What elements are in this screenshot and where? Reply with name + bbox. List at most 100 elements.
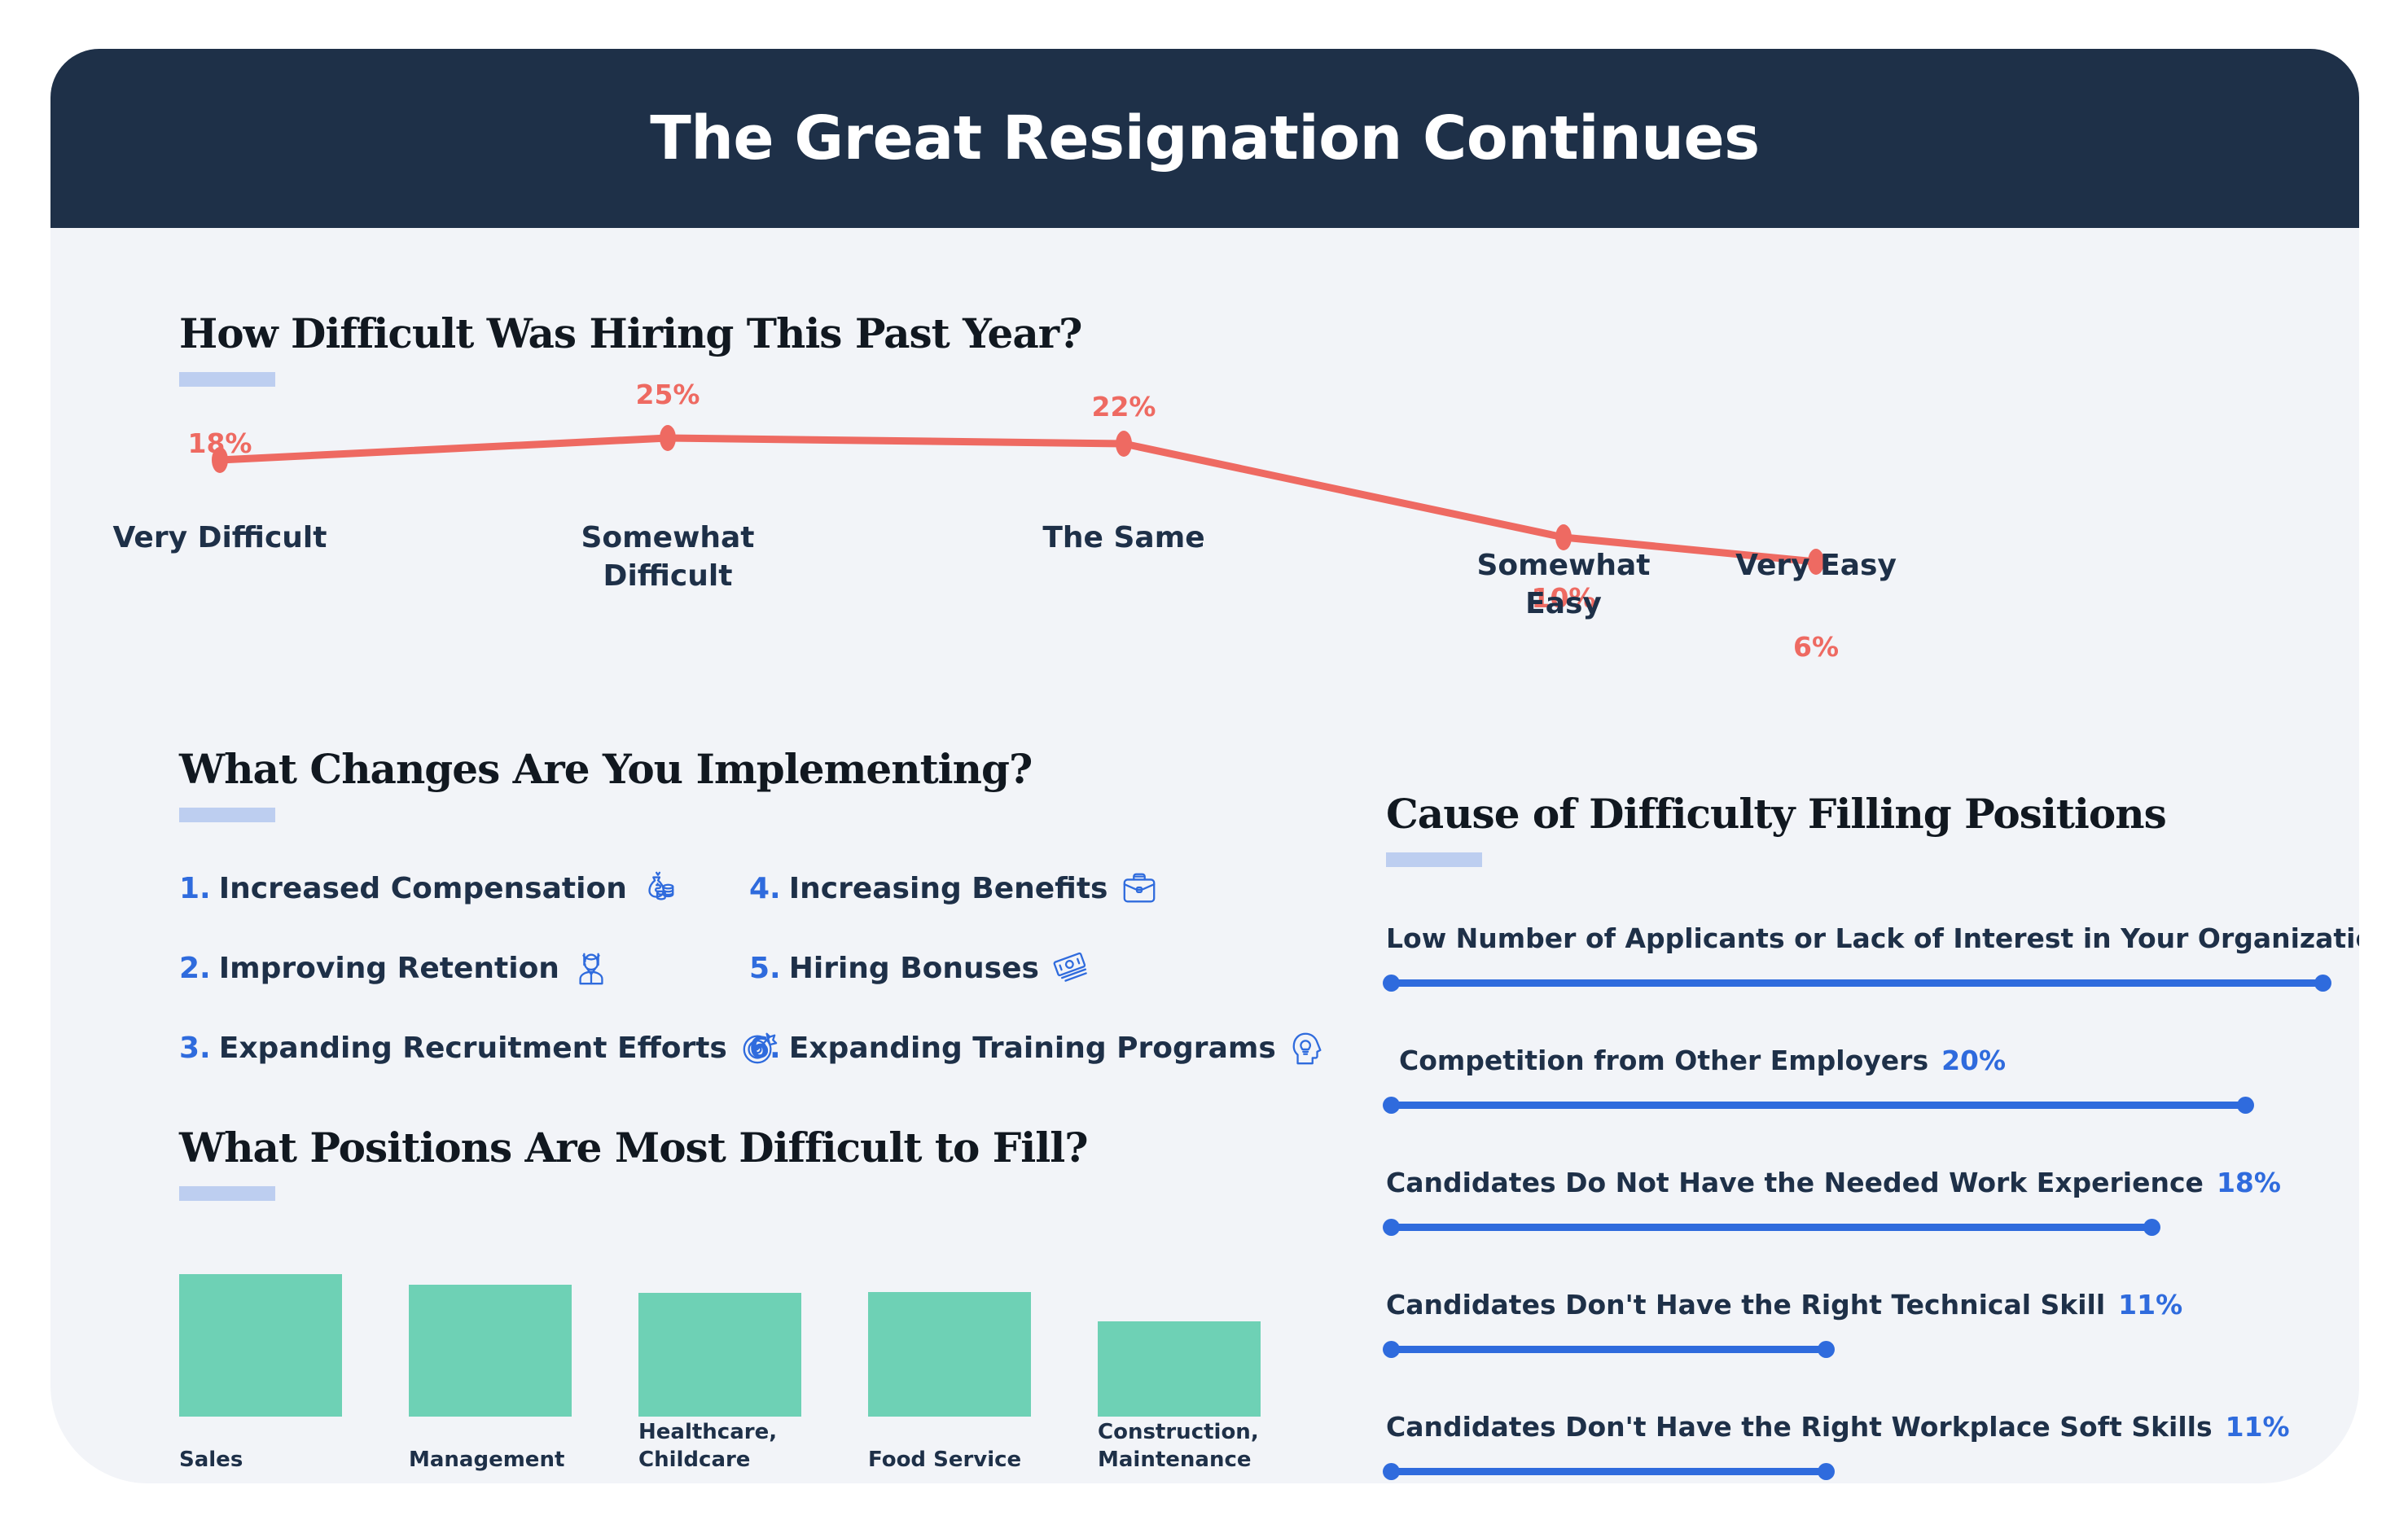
line-value-label: 22%: [1091, 391, 1156, 423]
cause-bar-fill: [1386, 1346, 1826, 1353]
section-rule: [179, 372, 275, 387]
change-number: 2.: [179, 951, 211, 985]
line-category-label: Very Easy: [1735, 549, 1897, 582]
cause-list-item: Low Number of Applicants or Lack of Inte…: [1383, 922, 2359, 993]
cause-value-label: 11%: [2225, 1411, 2290, 1443]
cause-bar-fill: [1386, 979, 2322, 987]
line-category-label: The Same: [1042, 521, 1205, 554]
positions-bar-chart: Sales17% Management16% Healthcare, Childca…: [179, 1229, 1262, 1483]
line-value-label: 6%: [1792, 631, 1840, 663]
cause-header: Low Number of Applicants or Lack of Inte…: [1386, 922, 2359, 954]
cause-bar-end-dot: [2237, 1097, 2254, 1114]
line-series: [212, 425, 1824, 575]
change-list-item: 5. Hiring Bonuses: [749, 949, 1319, 987]
change-label: Increasing Benefits: [788, 871, 1108, 905]
changes-list: 1. Increased Compensation 4. Increasing Ben…: [179, 870, 1322, 1067]
cause-bar-end-dot: [1818, 1341, 1835, 1358]
cause-value-label: 11%: [2118, 1289, 2183, 1321]
change-list-item: 2. Improving Retention: [179, 949, 749, 987]
cause-header: Candidates Don't Have the Right Technica…: [1386, 1289, 2331, 1321]
bar-column: Food Service15%: [868, 1229, 1031, 1483]
cause-bar-fill: [1386, 1102, 2245, 1109]
change-number: 6.: [749, 1031, 781, 1065]
bar-column: Sales17%: [179, 1229, 342, 1483]
cause-list-item: Competition from Other Employers 20%: [1383, 1045, 2331, 1115]
bar-column: Management16%: [409, 1229, 572, 1483]
cause-list-item: Candidates Do Not Have the Needed Work E…: [1383, 1167, 2331, 1237]
bar-column: Healthcare, Childcare15%: [638, 1229, 801, 1483]
cause-bar-track: [1383, 1338, 2331, 1360]
cause-label: Candidates Don't Have the Right Workplac…: [1386, 1411, 2213, 1443]
cause-value-label: 20%: [1941, 1045, 2007, 1076]
positions-title: What Positions Are Most Difficult to Fil…: [179, 1124, 1089, 1172]
section-rule: [179, 1186, 275, 1201]
bar-rect: [409, 1285, 572, 1417]
changes-section: What Changes Are You Implementing? 1. Inc…: [179, 745, 1322, 1067]
change-label: Increased Compensation: [218, 871, 627, 905]
cause-value-label: 18%: [2216, 1167, 2281, 1198]
cause-header: Candidates Do Not Have the Needed Work E…: [1386, 1167, 2331, 1198]
change-number: 5.: [749, 951, 781, 985]
line-data-point: [660, 425, 676, 451]
money-bag-icon: [640, 870, 678, 907]
section-rule: [1386, 852, 1482, 867]
bar-category-label: Management: [409, 1447, 565, 1472]
cause-bar-end-dot: [2314, 975, 2331, 992]
cause-bar-fill: [1386, 1468, 1826, 1475]
hiring-difficulty-chart: 18% 25% 22% 10% 6% Very Difficult Somewhat Di…: [113, 379, 2296, 700]
cause-list-item: Candidates Don't Have the Right Workplac…: [1383, 1411, 2331, 1482]
bar-rect: [868, 1292, 1031, 1417]
change-label: Improving Retention: [218, 951, 559, 985]
cause-bar-start-dot: [1383, 1097, 1400, 1114]
cause-bar-end-dot: [2143, 1219, 2160, 1236]
causes-title: Cause of Difficulty Filling Positions: [1386, 790, 2167, 838]
change-list-item: 3. Expanding Recruitment Efforts: [179, 1029, 778, 1067]
change-list-item: 4. Increasing Benefits: [749, 870, 1319, 907]
bar-rect: [1098, 1321, 1261, 1417]
cause-bar-track: [1383, 1094, 2331, 1115]
line-value-label: 18%: [187, 427, 252, 459]
line-category-label: Somewhat Easy: [1476, 549, 1651, 620]
cause-bar-start-dot: [1383, 1219, 1400, 1236]
cause-label: Competition from Other Employers: [1399, 1045, 1929, 1076]
bar-category-label: Sales: [179, 1447, 243, 1472]
cause-bar-start-dot: [1383, 1463, 1400, 1480]
causes-section: Cause of Difficulty Filling Positions Lo…: [1383, 790, 2359, 1483]
cause-bar-track: [1383, 1216, 2331, 1237]
line-value-label: 25%: [635, 379, 700, 410]
bar-rect: [638, 1293, 801, 1417]
line-category-label: Somewhat Difficult: [581, 521, 755, 593]
causes-list: Low Number of Applicants or Lack of Inte…: [1383, 922, 2359, 1482]
change-number: 4.: [749, 871, 781, 905]
bar-category-label: Food Service: [868, 1447, 1022, 1472]
bar-category-label: Healthcare, Childcare: [638, 1420, 778, 1472]
cause-bar-end-dot: [1818, 1463, 1835, 1480]
cash-icon: [1052, 949, 1090, 987]
change-list-item: 6. Expanding Training Programs: [749, 1029, 1322, 1067]
cause-list-item: Candidates Don't Have the Right Technica…: [1383, 1289, 2331, 1360]
briefcase-icon: [1121, 870, 1158, 907]
cause-label: Candidates Don't Have the Right Technica…: [1386, 1289, 2106, 1321]
cause-header: Candidates Don't Have the Right Workplac…: [1386, 1411, 2331, 1443]
cause-label: Candidates Do Not Have the Needed Work E…: [1386, 1167, 2204, 1198]
hiring-difficulty-section: How Difficult Was Hiring This Past Year?…: [113, 309, 2296, 716]
cause-bar-fill: [1386, 1224, 2151, 1231]
hiring-difficulty-title: How Difficult Was Hiring This Past Year?: [179, 309, 1082, 357]
cause-label: Low Number of Applicants or Lack of Inte…: [1386, 922, 2359, 954]
change-label: Expanding Training Programs: [788, 1031, 1276, 1065]
change-number: 1.: [179, 871, 211, 905]
section-rule: [179, 808, 275, 822]
changes-title: What Changes Are You Implementing?: [179, 745, 1033, 793]
page-title: The Great Resignation Continues: [650, 103, 1760, 173]
line-data-point: [1116, 431, 1132, 457]
bar-category-label: Construction, Maintenance: [1098, 1420, 1259, 1472]
bar-rect: [179, 1274, 342, 1417]
change-label: Expanding Recruitment Efforts: [218, 1031, 727, 1065]
cause-bar-track: [1383, 1461, 2331, 1482]
header-banner: The Great Resignation Continues: [50, 49, 2359, 228]
change-label: Hiring Bonuses: [788, 951, 1039, 985]
cause-bar-start-dot: [1383, 975, 1400, 992]
cause-bar-track: [1383, 972, 2331, 993]
employee-icon: [572, 949, 610, 987]
cause-bar-start-dot: [1383, 1341, 1400, 1358]
